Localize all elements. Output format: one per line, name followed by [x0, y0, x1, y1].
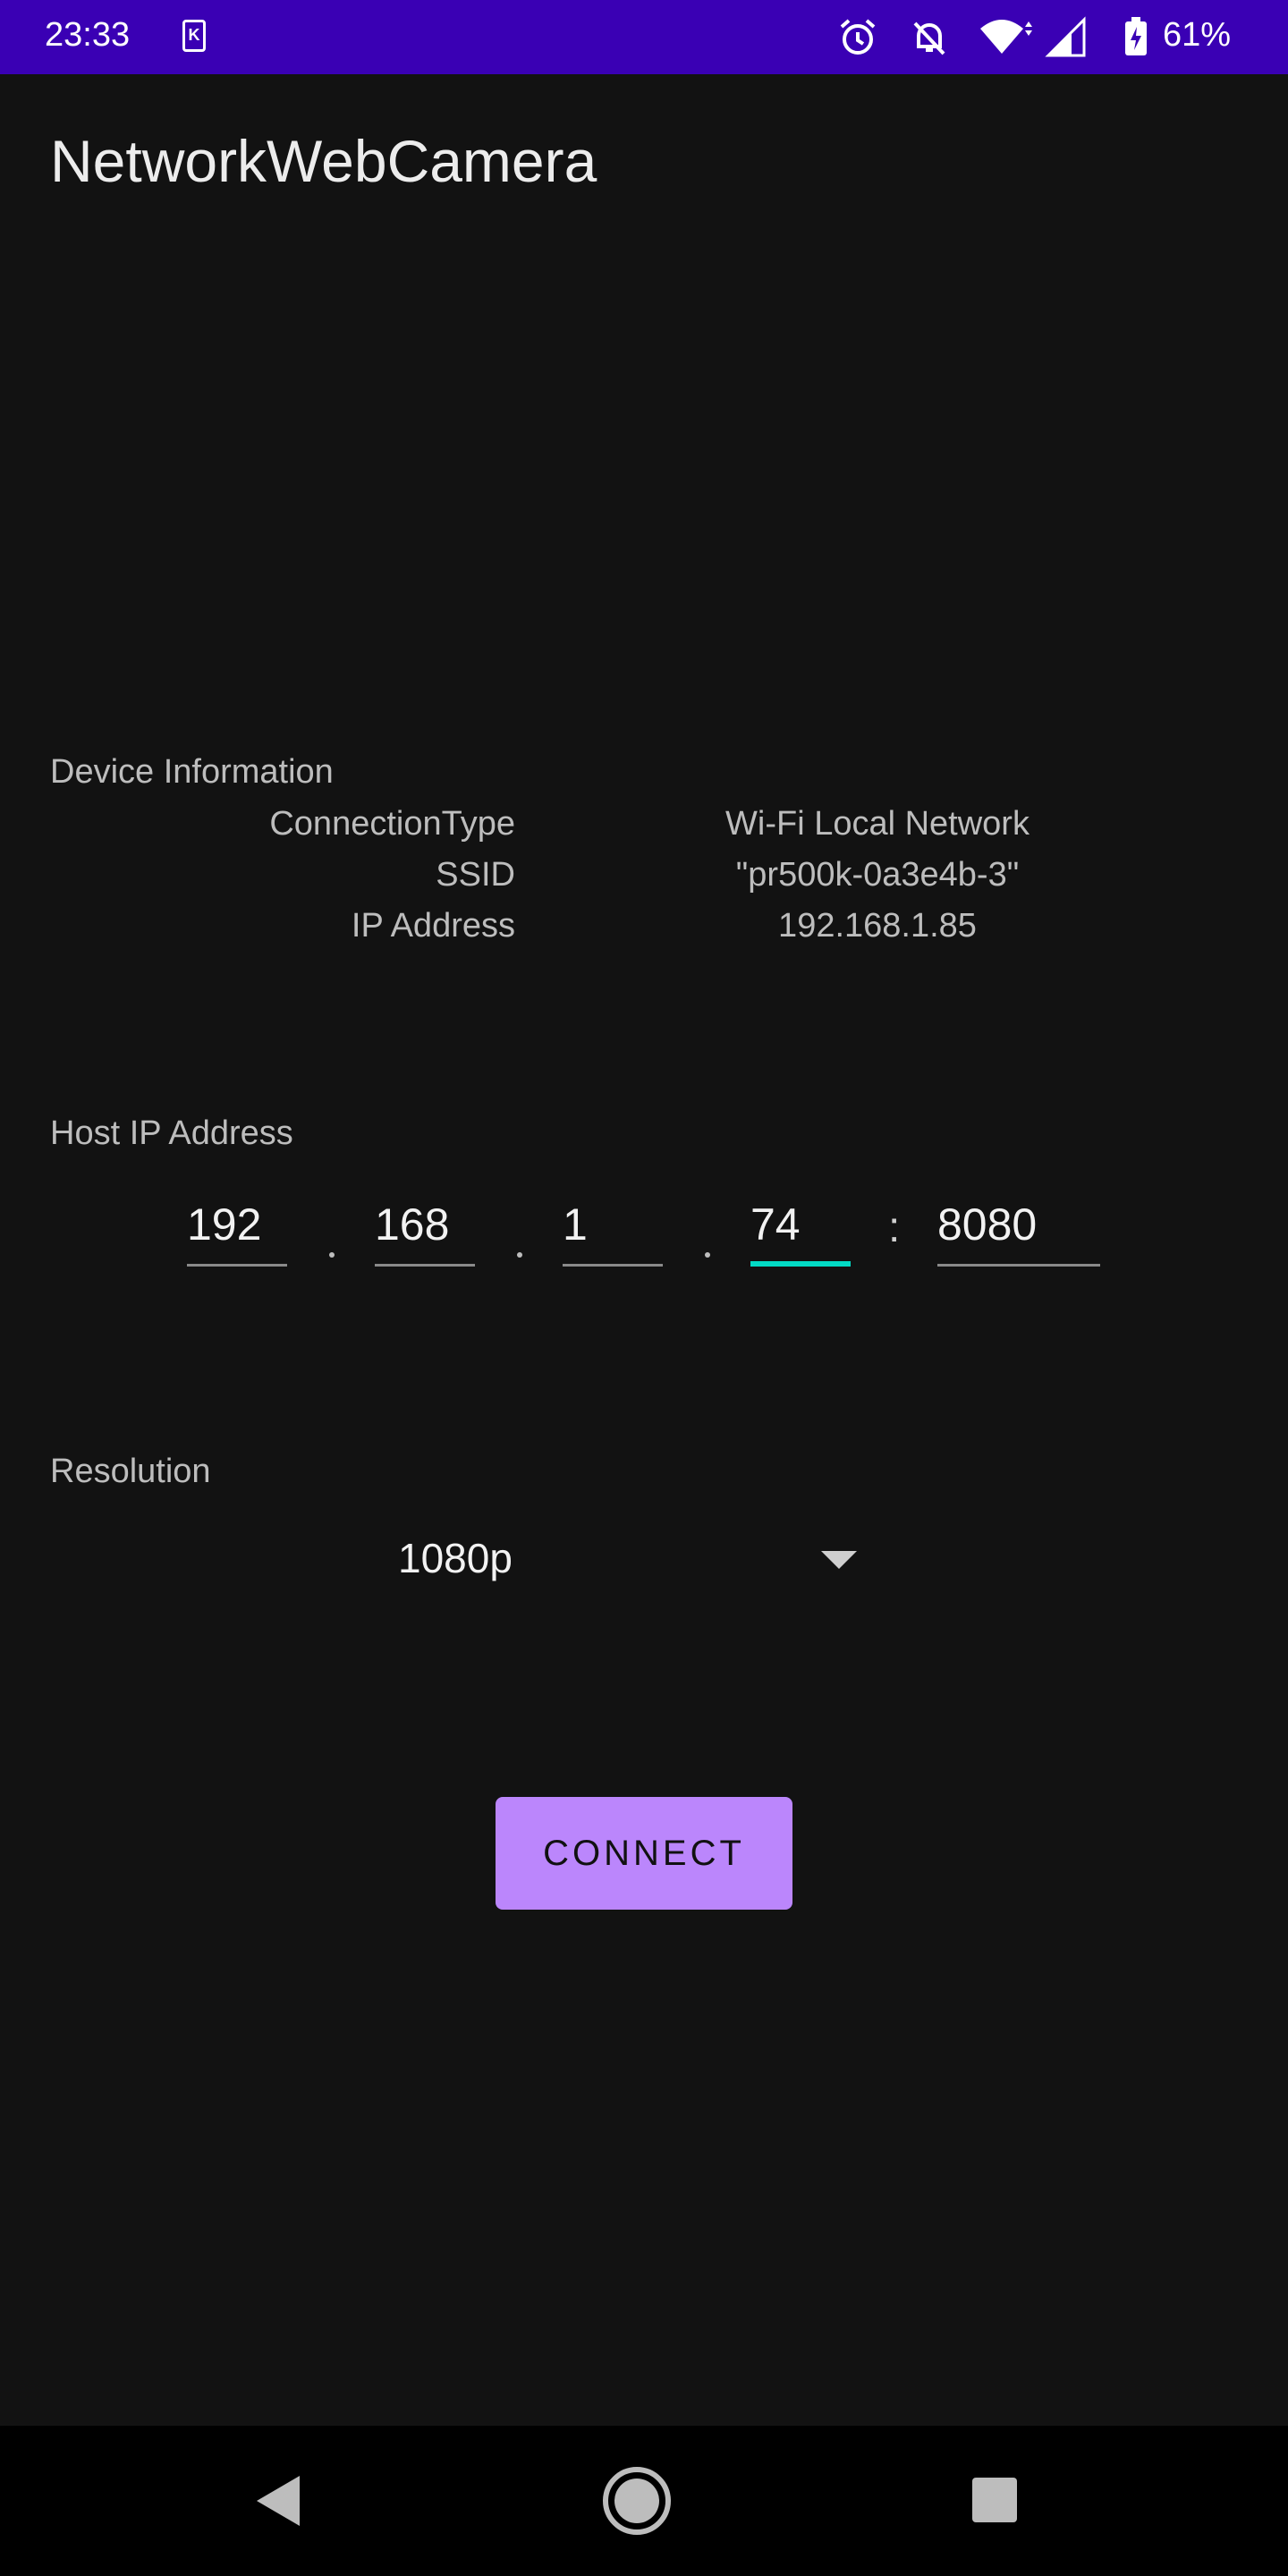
recents-icon[interactable] — [970, 2476, 1019, 2524]
octet-separator-dot — [705, 1252, 710, 1258]
info-value: "pr500k-0a3e4b-3" — [735, 856, 1020, 894]
host-octet-2-input[interactable]: 168 — [375, 1195, 475, 1267]
info-row-ip-address: IP Address 192.168.1.85 — [0, 907, 1288, 957]
dropdown-arrow-icon[interactable] — [821, 1551, 857, 1569]
info-key: SSID — [436, 856, 515, 894]
input-underline — [937, 1264, 1100, 1267]
home-icon[interactable] — [601, 2465, 673, 2537]
octet-value: 192 — [187, 1199, 262, 1250]
input-underline-focused — [750, 1261, 851, 1267]
battery-percentage: 61% — [1162, 16, 1231, 54]
k-app-icon: K — [182, 20, 206, 52]
info-row-ssid: SSID "pr500k-0a3e4b-3" — [0, 856, 1288, 906]
host-ip-heading: Host IP Address — [50, 1114, 293, 1152]
host-octet-4-input[interactable]: 74 — [750, 1195, 851, 1267]
notifications-off-icon — [913, 21, 945, 55]
signal-icon — [1045, 16, 1086, 57]
input-underline — [375, 1264, 475, 1267]
info-row-connection-type: ConnectionType Wi-Fi Local Network — [0, 805, 1288, 855]
octet-separator-dot — [329, 1252, 335, 1258]
info-key: IP Address — [351, 907, 515, 945]
resolution-selected: 1080p — [398, 1535, 513, 1581]
octet-value: 74 — [750, 1199, 801, 1250]
resolution-heading: Resolution — [50, 1453, 211, 1490]
back-icon[interactable] — [253, 2472, 303, 2529]
input-underline — [563, 1264, 663, 1267]
wifi-icon — [980, 20, 1032, 54]
octet-separator-dot — [517, 1252, 522, 1258]
port-value: 8080 — [937, 1199, 1038, 1250]
input-underline — [187, 1264, 287, 1267]
octet-value: 1 — [563, 1199, 588, 1250]
battery-charging-icon — [1125, 17, 1147, 55]
info-value: 192.168.1.85 — [778, 907, 977, 945]
host-port-input[interactable]: 8080 — [937, 1195, 1100, 1267]
status-bar: 23:33 K 61% — [0, 0, 1288, 74]
octet-value: 168 — [375, 1199, 450, 1250]
device-info-heading: Device Information — [50, 753, 334, 791]
navigation-bar — [0, 2426, 1288, 2576]
host-octet-1-input[interactable]: 192 — [187, 1195, 287, 1267]
connect-button[interactable]: CONNECT — [496, 1797, 792, 1910]
host-octet-3-input[interactable]: 1 — [563, 1195, 663, 1267]
info-value: Wi-Fi Local Network — [725, 805, 1030, 843]
info-key: ConnectionType — [269, 805, 515, 843]
status-time: 23:33 — [45, 16, 131, 54]
alarm-icon — [840, 19, 876, 55]
port-separator: : — [888, 1204, 901, 1251]
app-title: NetworkWebCamera — [50, 128, 597, 194]
